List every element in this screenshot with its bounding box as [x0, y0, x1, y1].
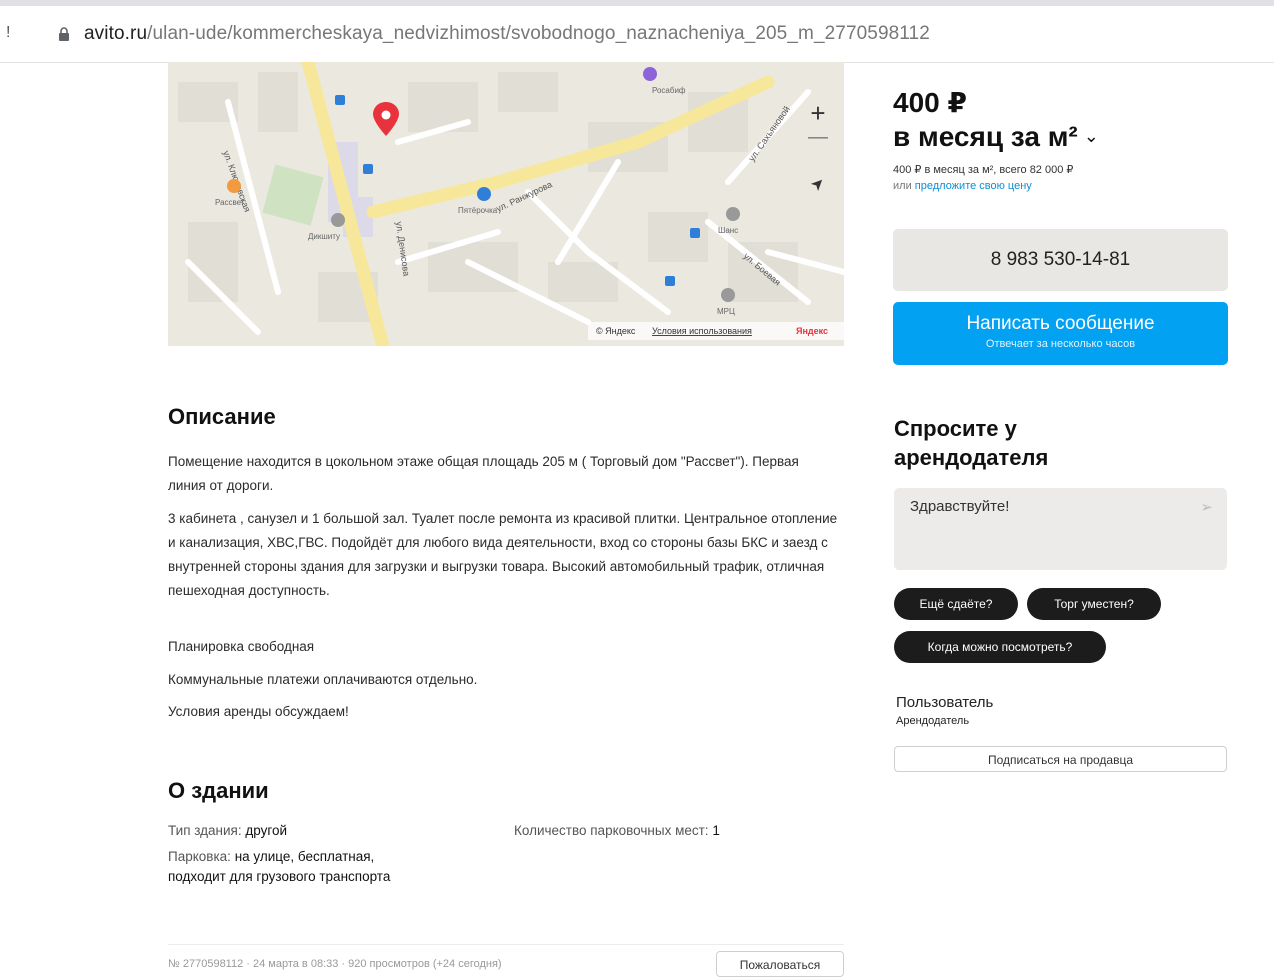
- parking-row-cont: подходит для грузового транспорта: [168, 869, 391, 884]
- quick-question-chip[interactable]: Ещё сдаёте?: [894, 588, 1018, 620]
- chevron-down-icon[interactable]: ⌄: [1084, 126, 1099, 146]
- price-unit-label: в месяц за м²: [893, 121, 1078, 152]
- zoom-in-button[interactable]: +: [798, 98, 838, 129]
- propose-price-row: или предложите свою цену: [893, 180, 1032, 192]
- description-heading: Описание: [168, 404, 276, 429]
- response-time-note: Отвечает за несколько часов: [985, 338, 1136, 350]
- poi-label: Росабиф: [652, 86, 686, 95]
- poi-label: Пятёрочка: [458, 206, 498, 215]
- description-paragraph: Планировка свободная: [168, 639, 315, 654]
- url-text[interactable]: avito.ru/ulan-ude/kommercheskaya_nedvizh…: [84, 23, 930, 45]
- map-canvas: ул. Ключевская ул. Ранжурова ул. Денисов…: [168, 62, 844, 346]
- seller-name[interactable]: Пользователь: [896, 694, 993, 711]
- quick-question-chip[interactable]: Торг уместен?: [1027, 588, 1161, 620]
- browser-address-bar[interactable]: ! avito.ru/ulan-ude/kommercheskaya_nedvi…: [0, 0, 1274, 63]
- description-paragraph: Помещение находится в цокольном этаже об…: [168, 454, 799, 493]
- ask-seller-title: Спросите у арендодателя: [894, 416, 1049, 470]
- ask-message-field[interactable]: Здравствуйте! ➢: [894, 488, 1227, 570]
- quick-question-chip[interactable]: Когда можно посмотреть?: [894, 631, 1106, 663]
- back-edge-icon: !: [6, 24, 11, 41]
- or-text: или: [893, 180, 912, 192]
- write-message-label: Написать сообщение: [966, 313, 1155, 334]
- poi-label: Рассвет: [215, 198, 245, 207]
- building-heading: О здании: [168, 778, 269, 803]
- tab-strip-edge: [0, 0, 1274, 6]
- propose-price-link[interactable]: предложите свою цену: [915, 180, 1032, 192]
- divider: [168, 944, 844, 945]
- description-paragraph: Условия аренды обсуждаем!: [168, 704, 349, 719]
- parking-spots-row: Количество парковочных мест: 1: [514, 823, 720, 838]
- poi-label: Шанс: [718, 226, 738, 235]
- building-type-row: Тип здания: другой: [168, 823, 288, 838]
- send-icon[interactable]: ➢: [1200, 498, 1213, 516]
- seller-role: Арендодатель: [896, 715, 970, 727]
- price-unit-selector[interactable]: в месяц за м² ⌄: [893, 121, 1099, 153]
- lock-icon: [59, 27, 69, 41]
- map-terms-link: Условия использования: [652, 326, 752, 336]
- complain-button[interactable]: Пожаловаться: [716, 951, 844, 977]
- location-map[interactable]: ул. Ключевская ул. Ранжурова ул. Денисов…: [168, 62, 844, 346]
- subscribe-seller-button[interactable]: Подписаться на продавца: [894, 746, 1227, 772]
- parking-row: Парковка: на улице, бесплатная,: [168, 849, 375, 864]
- price-amount: 400 ₽: [893, 87, 967, 118]
- description-paragraph: Коммунальные платежи оплачиваются отдель…: [168, 672, 478, 687]
- description-paragraph: 3 кабинета , санузел и 1 большой зал. Ту…: [168, 511, 838, 598]
- poi-label: Дикшиту: [308, 232, 340, 241]
- poi-label: МРЦ: [717, 307, 735, 316]
- listing-meta: № 2770598112 · 24 марта в 08:33 · 920 пр…: [168, 958, 502, 970]
- map-attribution: © Яндекс: [596, 326, 636, 336]
- yandex-brand: Яндекс: [796, 326, 828, 336]
- zoom-out-button[interactable]: —: [798, 126, 838, 149]
- ask-message-text[interactable]: Здравствуйте!: [910, 498, 1009, 515]
- price-total: 400 ₽ в месяц за м², всего 82 000 ₽: [893, 164, 1074, 176]
- show-phone-button[interactable]: 8 983 530-14-81: [893, 229, 1228, 291]
- write-message-button[interactable]: Написать сообщение Отвечает за несколько…: [893, 302, 1228, 365]
